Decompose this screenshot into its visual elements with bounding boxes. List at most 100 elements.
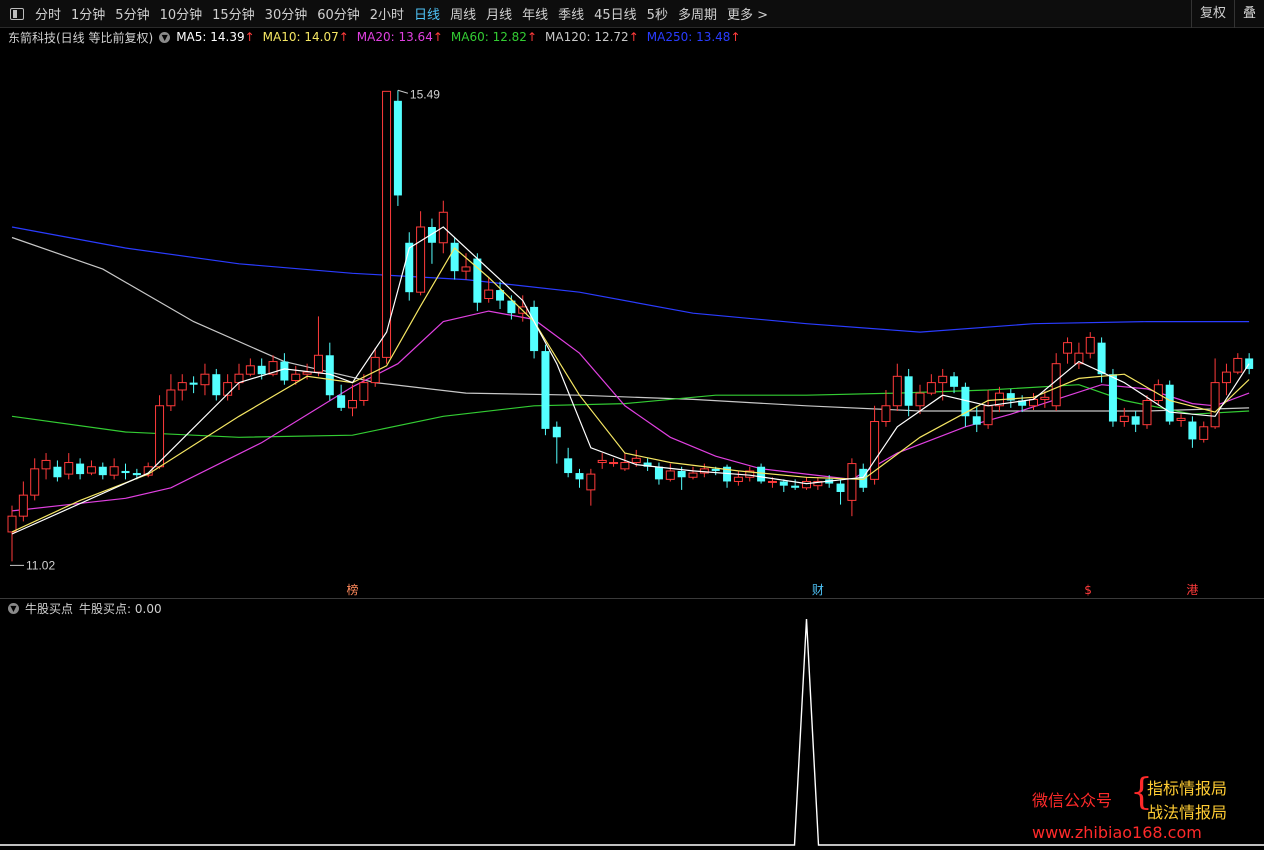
ma-legend-label: MA20: 13.64 xyxy=(356,30,433,44)
ma-up-arrow-icon: ↑ xyxy=(526,30,537,44)
candle-body xyxy=(1119,415,1129,423)
candle-body xyxy=(76,463,85,475)
candle-body xyxy=(859,468,868,488)
period-tab[interactable]: 周线 xyxy=(445,4,481,23)
period-tab[interactable]: 分时 xyxy=(30,4,66,23)
candle-body xyxy=(541,351,550,429)
candle-body xyxy=(767,480,777,483)
ma-legend-item: MA60: 12.82↑ xyxy=(451,30,537,44)
candle-body xyxy=(609,462,619,465)
candle-body xyxy=(688,472,698,478)
ma-legend-label: MA5: 14.39 xyxy=(176,30,245,44)
candle-body xyxy=(189,382,198,385)
candle-body xyxy=(938,375,948,384)
candle-body xyxy=(791,485,800,488)
ma-legend-item: MA120: 12.72↑ xyxy=(545,30,639,44)
period-tab[interactable]: 年线 xyxy=(517,4,553,23)
candle-body xyxy=(1221,371,1231,384)
ma-legend-item: MA5: 14.39↑ xyxy=(176,30,254,44)
indicator-bar: ▼ 牛股买点 牛股买点: 0.00 xyxy=(0,599,1264,617)
period-tab[interactable]: 10分钟 xyxy=(155,4,208,23)
candle-body xyxy=(733,476,743,482)
period-tab[interactable]: 5分钟 xyxy=(110,4,154,23)
candle-body xyxy=(257,365,266,375)
period-tab[interactable]: 更多 > xyxy=(722,4,773,23)
candle-body xyxy=(620,462,630,470)
stock-title: 东箭科技(日线 等比前复权) xyxy=(8,30,154,45)
candle-body xyxy=(382,90,392,358)
ma-up-arrow-icon: ↑ xyxy=(338,30,349,44)
candle-body xyxy=(677,470,686,478)
info-bar: 东箭科技(日线 等比前复权) ▼ MA5: 14.39↑ MA10: 14.07↑… xyxy=(0,28,1264,46)
period-tab[interactable]: 45日线 xyxy=(589,4,642,23)
candle-body xyxy=(461,266,471,272)
candle-body xyxy=(280,361,289,381)
candlestick-chart[interactable]: 15.49 11.02 榜 财 $ 港 xyxy=(0,46,1264,598)
candle-body xyxy=(1040,396,1050,400)
candle-body xyxy=(757,466,766,482)
ma-up-arrow-icon: ↑ xyxy=(730,30,741,44)
candle-body xyxy=(41,459,51,470)
candle-body xyxy=(564,458,573,474)
candle-body xyxy=(654,466,663,480)
candle-body xyxy=(1097,342,1106,375)
candle-body xyxy=(416,226,426,293)
candle-body xyxy=(484,289,494,299)
candle-body xyxy=(166,389,176,407)
ma-legend-label: MA10: 14.07 xyxy=(262,30,339,44)
candle-body xyxy=(972,416,981,425)
candle-body xyxy=(121,470,130,474)
candle-body xyxy=(450,242,459,272)
ma-legend-label: MA60: 12.82 xyxy=(450,30,527,44)
candle-body xyxy=(1199,426,1209,440)
candle-body xyxy=(1142,399,1152,426)
candle-body xyxy=(245,365,255,375)
ma-legend-label: MA250: 13.48 xyxy=(646,30,731,44)
candle-body xyxy=(1188,421,1197,440)
candle-body xyxy=(359,382,369,401)
period-tab[interactable]: 30分钟 xyxy=(260,4,313,23)
chevron-down-icon[interactable]: ▼ xyxy=(159,31,171,43)
event-marker: 财 xyxy=(812,583,824,597)
period-tab[interactable]: 15分钟 xyxy=(207,4,260,23)
period-tab[interactable]: 多周期 xyxy=(673,4,722,23)
candle-body xyxy=(313,354,323,373)
period-tab[interactable]: 5秒 xyxy=(642,4,673,23)
candle-body xyxy=(575,473,584,480)
period-tab[interactable]: 2小时 xyxy=(365,4,409,23)
period-tab[interactable]: 1分钟 xyxy=(66,4,110,23)
candle-body xyxy=(926,382,936,394)
candle-body xyxy=(7,515,17,533)
candle-body xyxy=(631,457,641,464)
adjust-button[interactable]: 复权 xyxy=(1190,0,1234,28)
candle-body xyxy=(18,494,28,517)
candle-body xyxy=(1051,363,1061,407)
indicator-menu-icon[interactable]: ▼ xyxy=(8,602,19,614)
period-tab[interactable]: 日线 xyxy=(409,4,445,23)
candle-body xyxy=(915,392,925,407)
candle-body xyxy=(337,395,346,408)
candle-body xyxy=(98,466,107,476)
overlay-button[interactable]: 叠 xyxy=(1233,0,1264,28)
period-tab[interactable]: 60分钟 xyxy=(312,4,365,23)
candle-body xyxy=(30,468,40,496)
layout-toggle-icon[interactable] xyxy=(10,7,24,20)
watermark: 微信公众号 { 指标情报局 战法情报局 www.zhibiao168.com xyxy=(1032,773,1252,845)
ma-up-arrow-icon: ↑ xyxy=(628,30,639,44)
period-tab[interactable]: 季线 xyxy=(553,4,589,23)
high-pointer xyxy=(397,89,409,94)
candle-body xyxy=(291,373,301,382)
period-toolbar: 分时 1分钟 5分钟 10分钟 15分钟 30分钟 60分钟 2小时 日线 周线 月线 年线 季线 45日… xyxy=(0,0,1264,28)
ma250-line xyxy=(11,226,1250,333)
candle-body xyxy=(1131,416,1140,425)
ma-legend: MA5: 14.39↑ MA10: 14.07↑ MA20: 13.64↑ MA60:… xyxy=(176,30,748,44)
candle-body xyxy=(802,480,811,489)
toolbar-right: 复权 叠 xyxy=(1190,0,1264,28)
period-tab[interactable]: 月线 xyxy=(481,4,517,23)
event-marker: 榜 xyxy=(347,582,359,597)
candle-body xyxy=(1176,417,1186,421)
candle-body xyxy=(1063,342,1073,354)
candle-body xyxy=(711,468,720,471)
event-marker: 港 xyxy=(1186,583,1198,597)
ma-up-arrow-icon: ↑ xyxy=(432,30,443,44)
